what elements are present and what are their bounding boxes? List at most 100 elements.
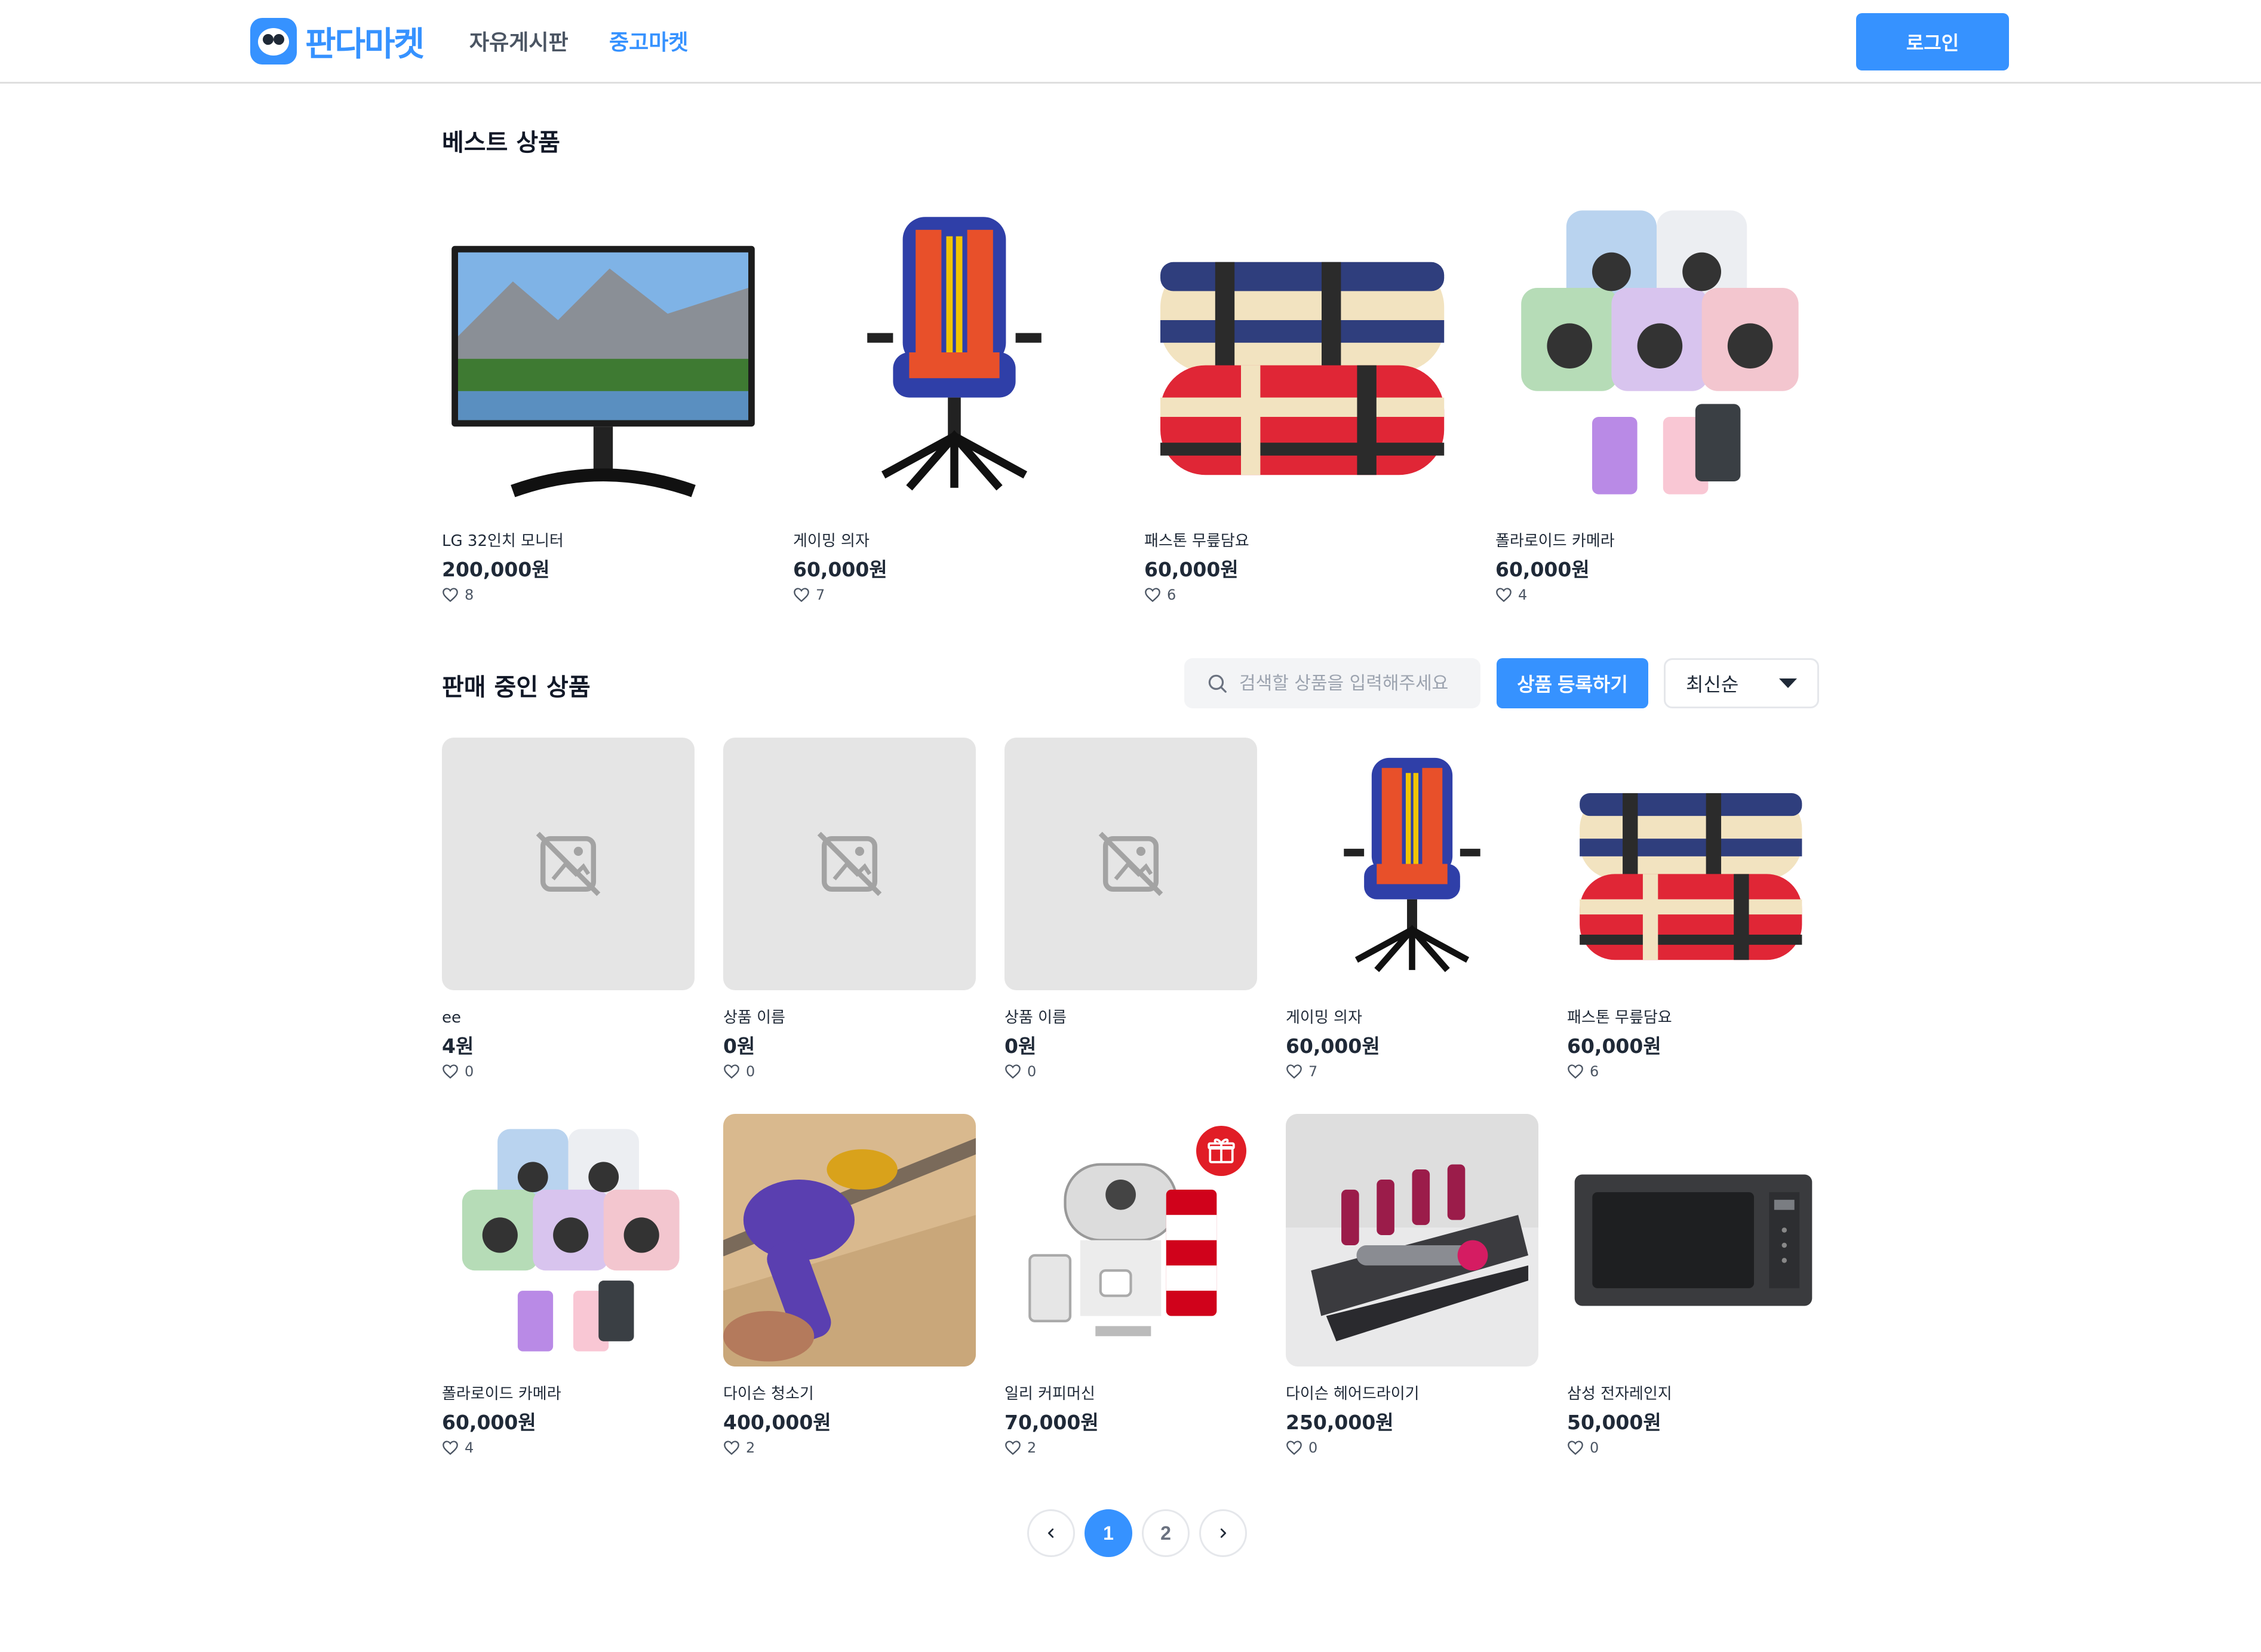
product-name: 일리 커피머신 <box>1004 1385 1095 1403</box>
sort-value: 최신순 <box>1686 673 1739 696</box>
product-likes[interactable]: 2 <box>723 1439 976 1456</box>
search-bar[interactable] <box>1184 658 1480 708</box>
product-likes[interactable]: 7 <box>1286 1063 1538 1080</box>
best-section-title: 베스트 상품 <box>442 129 560 156</box>
register-product-button[interactable]: 상품 등록하기 <box>1497 658 1648 708</box>
product-card[interactable]: 다이슨 헤어드라이기 250,000원 0 <box>1286 1114 1538 1456</box>
product-likes[interactable]: 0 <box>723 1063 976 1080</box>
like-count: 0 <box>1308 1439 1318 1456</box>
product-name: 게이밍 의자 <box>793 532 870 550</box>
heart-icon <box>443 1441 458 1456</box>
like-count: 0 <box>746 1063 755 1080</box>
product-image[interactable] <box>1004 738 1257 990</box>
product-likes[interactable]: 0 <box>1567 1439 1820 1456</box>
product-name: 다이슨 헤어드라이기 <box>1286 1385 1420 1403</box>
product-card[interactable]: 일리 커피머신 70,000원 2 <box>1004 1114 1257 1456</box>
product-price: 200,000원 <box>442 558 550 581</box>
heart-icon <box>1568 1064 1583 1079</box>
product-price: 60,000원 <box>442 1411 536 1434</box>
product-name: ee <box>442 1009 461 1027</box>
login-button[interactable]: 로그인 <box>1856 13 2009 70</box>
product-image[interactable] <box>793 191 1116 514</box>
heart-icon <box>1568 1441 1583 1456</box>
product-image[interactable] <box>1495 191 1818 514</box>
heart-icon <box>443 588 458 603</box>
product-likes[interactable]: 0 <box>1004 1063 1257 1080</box>
product-price: 60,000원 <box>1495 558 1590 581</box>
like-count: 7 <box>816 587 825 603</box>
product-price: 0원 <box>723 1034 755 1058</box>
product-card[interactable]: 폴라로이드 카메라 60,000원 4 <box>442 1114 695 1456</box>
top-header: 판다마켓 자유게시판 중고마켓 로그인 <box>0 0 2261 84</box>
next-page-button[interactable] <box>1199 1509 1247 1557</box>
product-price: 400,000원 <box>723 1411 831 1434</box>
heart-icon <box>443 1064 458 1079</box>
product-likes[interactable]: 7 <box>793 587 1116 603</box>
product-card[interactable]: 게이밍 의자 60,000원 7 <box>1286 738 1538 1080</box>
product-price: 60,000원 <box>1144 558 1239 581</box>
product-image[interactable] <box>1286 1114 1538 1367</box>
sort-dropdown[interactable]: 최신순 <box>1664 658 1819 708</box>
like-count: 2 <box>1027 1439 1037 1456</box>
product-name: 상품 이름 <box>1004 1009 1067 1027</box>
product-image[interactable] <box>1286 738 1538 990</box>
product-likes[interactable]: 8 <box>442 587 764 603</box>
logo[interactable]: 판다마켓 <box>250 18 425 65</box>
logo-text: 판다마켓 <box>305 24 425 64</box>
like-count: 4 <box>1518 587 1528 603</box>
product-price: 4원 <box>442 1034 474 1058</box>
product-name: 폴라로이드 카메라 <box>442 1385 561 1403</box>
product-image[interactable] <box>442 1114 695 1367</box>
heart-icon <box>794 588 809 603</box>
product-likes[interactable]: 0 <box>1286 1439 1538 1456</box>
like-count: 8 <box>465 587 474 603</box>
product-image[interactable] <box>723 1114 976 1367</box>
product-card[interactable]: 상품 이름 0원 0 <box>1004 738 1257 1080</box>
product-name: 게이밍 의자 <box>1286 1009 1362 1027</box>
page-button-2[interactable]: 2 <box>1142 1509 1190 1557</box>
heart-icon <box>724 1441 739 1456</box>
product-card[interactable]: 패스톤 무릎담요 60,000원 6 <box>1144 191 1467 603</box>
chevron-right-icon <box>1220 1528 1227 1538</box>
product-card[interactable]: 다이슨 청소기 400,000원 2 <box>723 1114 976 1456</box>
product-name: 패스톤 무릎담요 <box>1567 1009 1672 1027</box>
product-likes[interactable]: 0 <box>442 1063 695 1080</box>
product-likes[interactable]: 6 <box>1567 1063 1820 1080</box>
product-card[interactable]: ee 4원 0 <box>442 738 695 1080</box>
product-image[interactable] <box>1004 1114 1257 1367</box>
product-likes[interactable]: 4 <box>1495 587 1818 603</box>
product-card[interactable]: LG 32인치 모니터 200,000원 8 <box>442 191 764 603</box>
prev-page-button[interactable] <box>1027 1509 1075 1557</box>
product-likes[interactable]: 4 <box>442 1439 695 1456</box>
heart-icon <box>1145 588 1160 603</box>
product-image[interactable] <box>723 738 976 990</box>
page-button-1[interactable]: 1 <box>1085 1509 1132 1557</box>
pagination: 1 2 <box>1027 1509 1252 1557</box>
like-count: 0 <box>1590 1439 1599 1456</box>
like-count: 0 <box>1027 1063 1037 1080</box>
caret-down-icon <box>1779 678 1797 688</box>
heart-icon <box>724 1064 739 1079</box>
product-card[interactable]: 패스톤 무릎담요 60,000원 6 <box>1567 738 1820 1080</box>
product-image[interactable] <box>442 738 695 990</box>
product-card[interactable]: 게이밍 의자 60,000원 7 <box>793 191 1116 603</box>
nav-used-market[interactable]: 중고마켓 <box>609 25 688 56</box>
search-input[interactable] <box>1238 672 1479 695</box>
product-price: 0원 <box>1004 1034 1037 1058</box>
product-image[interactable] <box>1144 191 1467 514</box>
panda-logo-icon <box>250 18 297 65</box>
like-count: 0 <box>465 1063 474 1080</box>
product-image[interactable] <box>442 191 764 514</box>
nav-free-board[interactable]: 자유게시판 <box>469 25 569 56</box>
product-image[interactable] <box>1567 1114 1820 1367</box>
product-likes[interactable]: 2 <box>1004 1439 1257 1456</box>
product-card[interactable]: 폴라로이드 카메라 60,000원 4 <box>1495 191 1818 603</box>
product-image[interactable] <box>1567 738 1820 990</box>
product-likes[interactable]: 6 <box>1144 587 1467 603</box>
product-name: LG 32인치 모니터 <box>442 532 564 550</box>
product-card[interactable]: 상품 이름 0원 0 <box>723 738 976 1080</box>
product-name: 다이슨 청소기 <box>723 1385 814 1403</box>
product-card[interactable]: 삼성 전자레인지 50,000원 0 <box>1567 1114 1820 1456</box>
product-price: 250,000원 <box>1286 1411 1394 1434</box>
onsale-section-title: 판매 중인 상품 <box>442 674 591 701</box>
